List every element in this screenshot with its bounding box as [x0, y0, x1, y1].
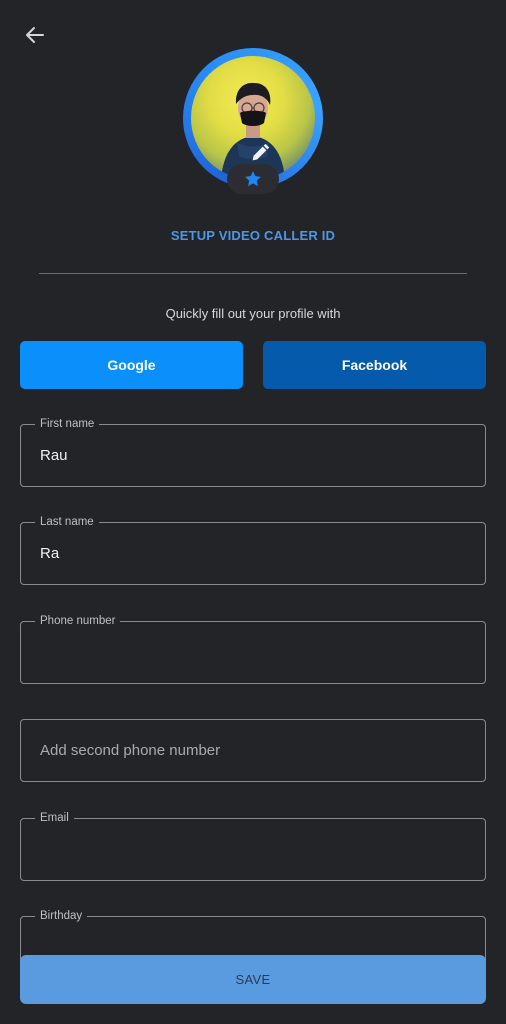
back-button[interactable]: [20, 20, 50, 50]
facebook-button[interactable]: Facebook: [263, 341, 486, 389]
arrow-left-icon: [26, 27, 44, 43]
section-divider: [39, 273, 467, 274]
email-field[interactable]: Email: [20, 810, 486, 881]
avatar-image: [191, 56, 315, 180]
second-phone-field[interactable]: Add second phone number: [20, 719, 486, 782]
google-button[interactable]: Google: [20, 341, 243, 389]
last-name-label: Last name: [35, 514, 99, 530]
edit-profile-screen: SETUP VIDEO CALLER ID Quickly fill out y…: [0, 0, 506, 1024]
last-name-value[interactable]: Ra: [40, 545, 59, 562]
setup-video-caller-id-link[interactable]: SETUP VIDEO CALLER ID: [0, 228, 506, 243]
first-name-value[interactable]: Rau: [40, 447, 68, 464]
email-label: Email: [35, 810, 74, 826]
last-name-field[interactable]: Last name Ra: [20, 514, 486, 585]
phone-number-label: Phone number: [35, 613, 121, 629]
quick-fill-text: Quickly fill out your profile with: [165, 306, 341, 321]
second-phone-placeholder[interactable]: Add second phone number: [40, 742, 220, 759]
birthday-label: Birthday: [35, 908, 88, 924]
save-button[interactable]: SAVE: [20, 955, 486, 1004]
premium-badge: [227, 164, 279, 194]
pencil-icon: [252, 143, 270, 161]
star-icon: [245, 171, 261, 187]
profile-avatar[interactable]: [183, 48, 323, 194]
edit-avatar-button[interactable]: [249, 142, 271, 164]
phone-number-field[interactable]: Phone number: [20, 613, 486, 684]
first-name-field[interactable]: First name Rau: [20, 416, 486, 487]
first-name-label: First name: [35, 416, 100, 432]
